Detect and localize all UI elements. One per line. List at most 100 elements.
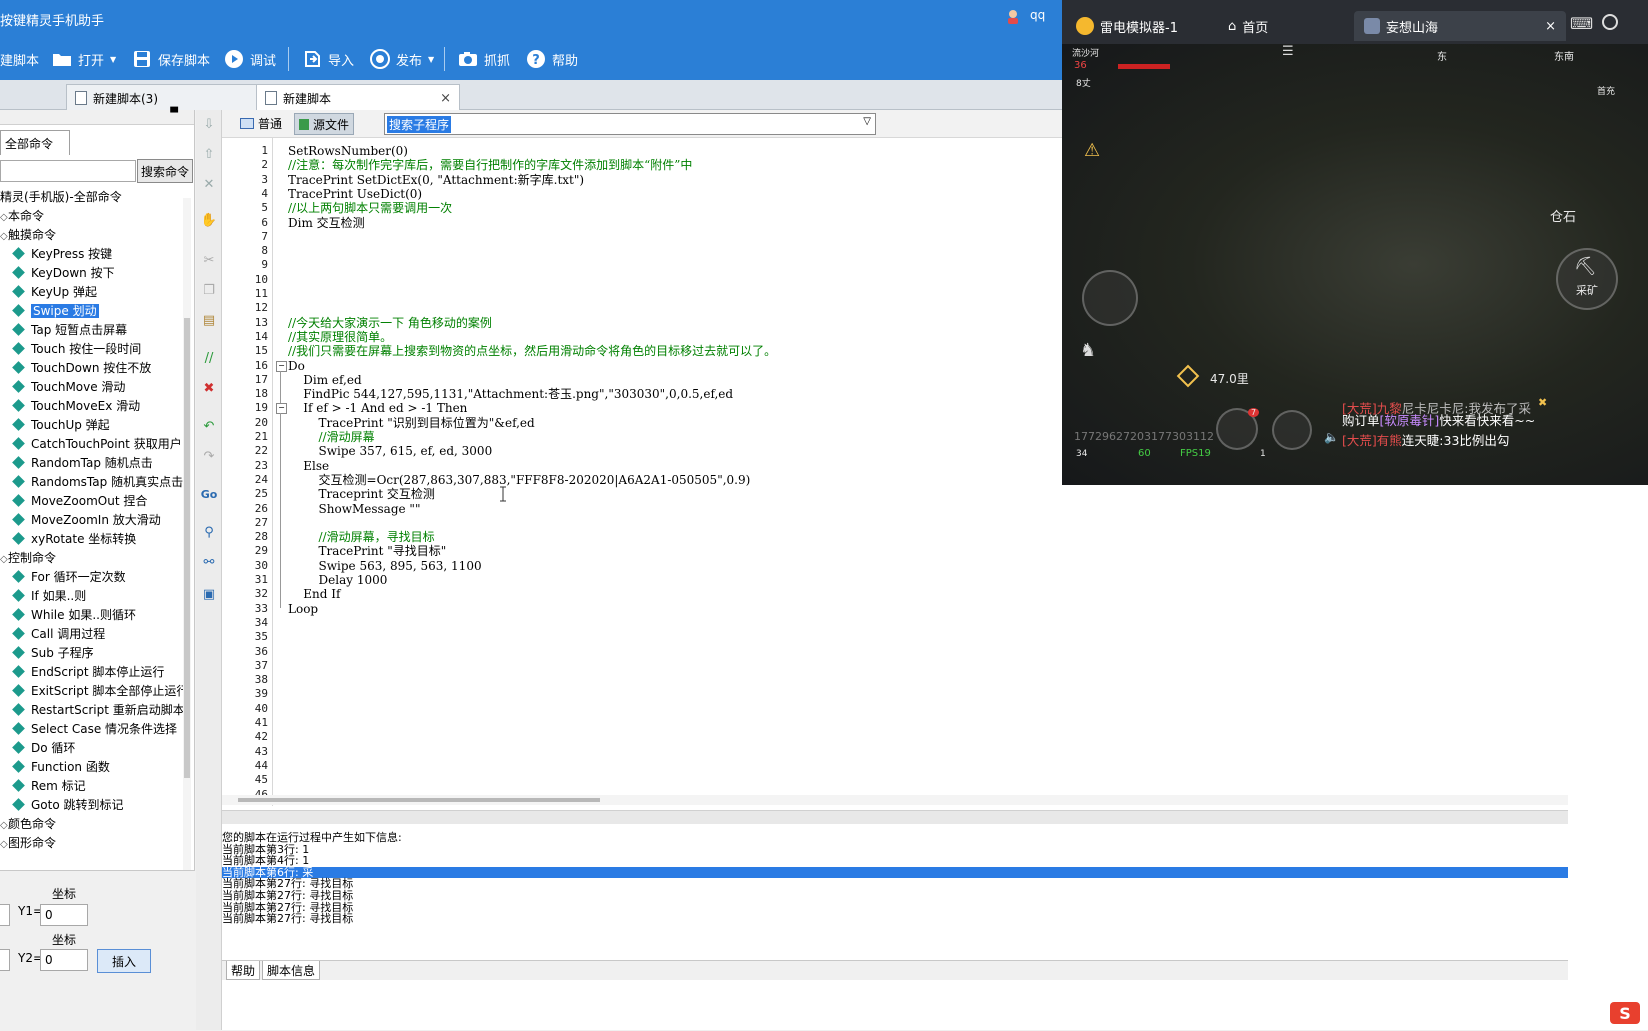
user-icon[interactable] — [1006, 9, 1020, 25]
expand-icon[interactable]: ◇ — [0, 835, 8, 854]
command-item[interactable]: If 如果..则 — [12, 587, 86, 606]
x2-input[interactable] — [0, 949, 10, 971]
command-item[interactable]: For 循环一定次数 — [12, 568, 126, 587]
tab-new-script-3[interactable]: 新建脚本(3) — [66, 84, 272, 111]
output-line[interactable]: 当前脚本第27行: 寻找目标 — [222, 901, 1568, 914]
command-item[interactable]: MoveZoomIn 放大滑动 — [12, 511, 161, 530]
command-item[interactable]: KeyDown 按下 — [12, 264, 115, 283]
fold-toggle-icon[interactable]: − — [276, 360, 287, 372]
hand-icon[interactable]: ✋ — [199, 210, 219, 230]
output-line[interactable]: 当前脚本第3行: 1 — [222, 843, 1568, 856]
character-icon[interactable]: ♞ — [1080, 340, 1096, 361]
tab-new-script[interactable]: 新建脚本 × — [256, 84, 460, 111]
delete-icon[interactable]: ✕ — [199, 174, 219, 194]
command-item[interactable]: Function 函数 — [12, 758, 110, 777]
y1-input[interactable]: 0 — [40, 904, 88, 926]
command-item[interactable]: Goto 跳转到标记 — [12, 796, 124, 815]
command-item[interactable]: CatchTouchPoint 获取用户 — [12, 435, 182, 454]
command-group[interactable]: ◇触摸命令 — [0, 226, 56, 245]
output-line[interactable]: 当前脚本第4行: 1 — [222, 855, 1568, 867]
command-group[interactable]: ◇本命令 — [0, 207, 44, 226]
command-item[interactable]: RestartScript 重新启动脚本 — [12, 701, 183, 720]
game-screen[interactable]: 流沙河 36 8丈 ☰ 东 东南 首充 ⚠ 仓石 ⛏ 采矿 ♞ 47.0里 7 … — [1062, 44, 1648, 485]
replace-icon[interactable]: ⚯ — [199, 552, 219, 572]
import-button[interactable]: 导入 — [302, 38, 354, 80]
command-search-input[interactable] — [0, 160, 136, 182]
properties-icon[interactable]: ▣ — [199, 584, 219, 604]
y2-input[interactable]: 0 — [40, 949, 88, 971]
expand-icon[interactable]: ◇ — [0, 550, 8, 569]
subroutine-select[interactable]: 搜索子程序 ▽ — [384, 113, 876, 135]
voice-icon[interactable]: 🔈 — [1324, 430, 1339, 444]
undo-icon[interactable]: ↶ — [199, 416, 219, 436]
command-item[interactable]: Sub 子程序 — [12, 644, 94, 663]
pin-icon[interactable]: ▀ — [170, 108, 178, 119]
first-charge-label[interactable]: 首充 — [1597, 84, 1615, 97]
redo-icon[interactable]: ↷ — [199, 446, 219, 466]
search-command-button[interactable]: 搜索命令 — [137, 159, 193, 183]
paste-icon[interactable]: ▤ — [199, 310, 219, 330]
command-item[interactable]: MoveZoomOut 捏合 — [12, 492, 147, 511]
command-root[interactable]: 精灵(手机版)-全部命令 — [0, 188, 122, 207]
user-name[interactable]: qq — [1030, 8, 1045, 22]
command-group[interactable]: ◇控制命令 — [0, 549, 56, 568]
command-item[interactable]: Select Case 情况条件选择 — [12, 720, 177, 739]
expand-icon[interactable]: ◇ — [0, 816, 8, 835]
scroll-thumb[interactable] — [184, 318, 190, 778]
command-group[interactable]: ◇颜色命令 — [0, 815, 56, 834]
command-item[interactable]: Swipe 划动 — [12, 302, 99, 321]
find-icon[interactable]: ⚲ — [199, 522, 219, 542]
tab-all-commands[interactable]: 全部命令 — [0, 130, 70, 155]
tab-script-info[interactable]: 脚本信息 — [262, 961, 321, 980]
normal-mode-button[interactable]: 普通 — [236, 113, 286, 133]
scroll-thumb[interactable] — [238, 798, 600, 802]
close-tab-icon[interactable]: × — [440, 91, 451, 106]
command-item[interactable]: EndScript 脚本停止运行 — [12, 663, 164, 682]
command-item[interactable]: While 如果..则循环 — [12, 606, 136, 625]
command-item[interactable]: RandomTap 随机点击 — [12, 454, 153, 473]
insert-button[interactable]: 插入 — [97, 949, 151, 973]
tab-home[interactable]: ⌂ 首页 — [1218, 11, 1278, 41]
new-script-button[interactable]: 建脚本 — [0, 38, 39, 80]
mine-button[interactable]: ⛏ 采矿 — [1556, 248, 1618, 310]
bag-button[interactable] — [1272, 410, 1312, 450]
source-mode-button[interactable]: 源文件 — [294, 113, 355, 135]
help-button[interactable]: ? 帮助 — [526, 38, 578, 80]
command-item[interactable]: RandomsTap 随机真实点击 — [12, 473, 183, 492]
command-item[interactable]: xyRotate 坐标转换 — [12, 530, 136, 549]
comment-icon[interactable]: // — [199, 348, 219, 368]
close-tab-icon[interactable]: × — [1545, 19, 1556, 34]
output-line[interactable]: 当前脚本第27行: 寻找目标 — [222, 913, 1568, 925]
command-item[interactable]: Rem 标记 — [12, 777, 86, 796]
capture-button[interactable]: 抓抓 — [458, 38, 510, 80]
cut-icon[interactable]: ✂ — [199, 250, 219, 270]
command-item[interactable]: TouchMoveEx 滑动 — [12, 397, 140, 416]
close-chat-icon[interactable]: ✖ — [1538, 396, 1547, 409]
command-item[interactable]: TouchDown 按住不放 — [12, 359, 151, 378]
command-item[interactable]: Tap 短暂点击屏幕 — [12, 321, 127, 340]
output-line[interactable]: 当前脚本第6行: 采 — [222, 867, 1568, 879]
save-script-button[interactable]: 保存脚本 — [132, 38, 210, 80]
fold-toggle-icon[interactable]: − — [276, 403, 287, 415]
uncomment-icon[interactable]: ✖ — [199, 378, 219, 398]
copy-icon[interactable]: ❐ — [199, 280, 219, 300]
command-item[interactable]: ExitScript 脚本全部停止运行 — [12, 682, 183, 701]
command-item[interactable]: KeyPress 按键 — [12, 245, 112, 264]
command-item[interactable]: Call 调用过程 — [12, 625, 105, 644]
command-item[interactable]: Touch 按住一段时间 — [12, 340, 141, 359]
expand-icon[interactable]: ◇ — [0, 208, 8, 227]
editor-horizontal-scrollbar[interactable] — [222, 795, 1568, 805]
publish-button[interactable]: 发布 ▼ — [370, 38, 434, 80]
weapon-button[interactable] — [1082, 270, 1138, 326]
x1-input[interactable] — [0, 904, 10, 926]
goto-icon[interactable]: Go — [199, 484, 219, 504]
chat-item-link[interactable]: [软原毒针] — [1380, 413, 1440, 428]
warning-icon[interactable]: ⚠ — [1084, 140, 1100, 161]
open-button[interactable]: 打开 ▼ — [52, 38, 116, 80]
move-up-icon[interactable]: ⇧ — [199, 144, 219, 164]
output-line[interactable]: 您的脚本在运行过程中产生如下信息: — [222, 832, 1568, 844]
command-item[interactable]: Do 循环 — [12, 739, 75, 758]
gamepad-icon[interactable]: ⌨ — [1570, 14, 1593, 33]
account-icon[interactable] — [1602, 14, 1618, 30]
debug-button[interactable]: 调试 — [224, 38, 276, 80]
